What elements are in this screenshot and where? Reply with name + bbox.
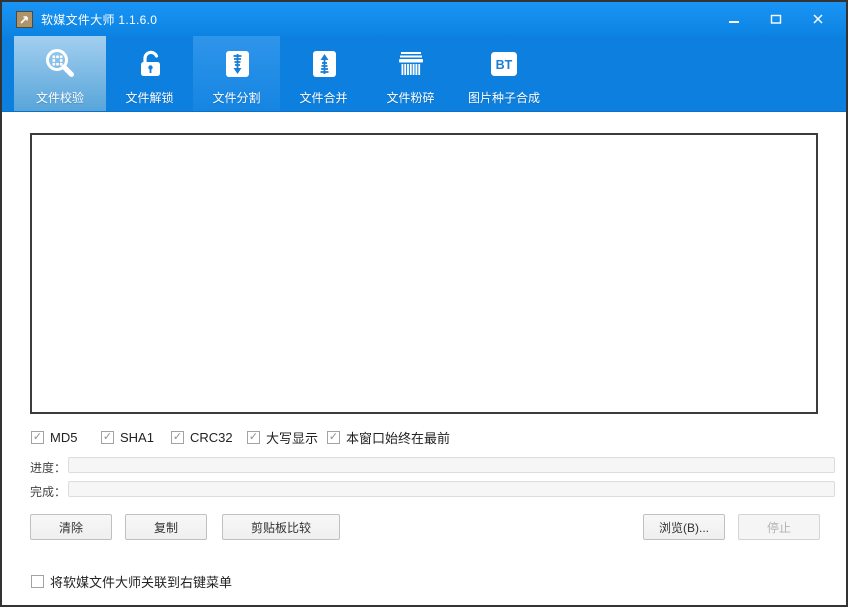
svg-text:BT: BT [496,58,513,72]
maximize-icon[interactable] [762,7,790,31]
tab-image-torrent-merge[interactable]: BT 图片种子合成 [454,36,554,111]
copy-button[interactable]: 复制 [125,514,207,540]
checkbox-crc32[interactable]: ✓ CRC32 [171,430,233,445]
checkbox-box: ✓ [101,431,114,444]
app-logo-icon [16,11,33,28]
file-shred-icon [393,44,429,84]
checkbox-label: SHA1 [120,430,154,445]
checkbox-box: ✓ [31,431,44,444]
file-split-icon [220,44,254,84]
tab-file-unlock[interactable]: 文件解锁 [106,36,193,111]
tab-file-merge[interactable]: 文件合并 [280,36,367,111]
complete-bar [68,481,835,497]
toolbar: 文件校验 文件解锁 [2,36,846,112]
checkbox-md5[interactable]: ✓ MD5 [31,430,77,445]
tab-label: 图片种子合成 [468,89,540,106]
app-window: 软媒文件大师 1.1.6.0 [0,0,848,607]
progress-bar [68,457,835,473]
tab-file-shred[interactable]: 文件粉碎 [367,36,454,111]
checkbox-context-menu[interactable]: ✓ 将软媒文件大师关联到右键菜单 [31,574,232,589]
window-controls [720,7,832,31]
close-icon[interactable] [804,7,832,31]
checkbox-label: 本窗口始终在最前 [346,428,450,447]
stop-button[interactable]: 停止 [738,514,820,540]
checkbox-label: MD5 [50,430,77,445]
tab-label: 文件解锁 [125,89,173,106]
unlock-icon [133,44,167,84]
clipboard-compare-button[interactable]: 剪贴板比较 [222,514,340,540]
checksum-magnifier-icon [42,44,78,84]
progress-label: 进度： [30,459,66,476]
titlebar: 软媒文件大师 1.1.6.0 [2,2,846,36]
tab-label: 文件分割 [212,89,260,106]
checkbox-uppercase[interactable]: ✓ 大写显示 [247,430,318,445]
checkbox-label: 将软媒文件大师关联到右键菜单 [50,572,232,591]
tab-file-checksum[interactable]: 文件校验 [14,36,106,111]
tab-file-split[interactable]: 文件分割 [193,36,280,111]
checkbox-box: ✓ [327,431,340,444]
clear-button[interactable]: 清除 [30,514,112,540]
tab-label: 文件合并 [299,89,347,106]
bt-icon: BT [487,44,521,84]
tab-label: 文件校验 [36,89,84,106]
browse-button[interactable]: 浏览(B)... [643,514,725,540]
complete-label: 完成： [30,483,66,500]
minimize-icon[interactable] [720,7,748,31]
tab-label: 文件粉碎 [386,89,434,106]
window-title: 软媒文件大师 1.1.6.0 [41,11,157,28]
checksum-result-area[interactable] [30,133,818,414]
checkbox-label: 大写显示 [266,428,318,447]
checkbox-box: ✓ [171,431,184,444]
file-merge-icon [307,44,341,84]
checkbox-box: ✓ [31,575,44,588]
checkbox-sha1[interactable]: ✓ SHA1 [101,430,154,445]
checkbox-always-on-top[interactable]: ✓ 本窗口始终在最前 [327,430,450,445]
checkbox-label: CRC32 [190,430,233,445]
checkbox-box: ✓ [247,431,260,444]
